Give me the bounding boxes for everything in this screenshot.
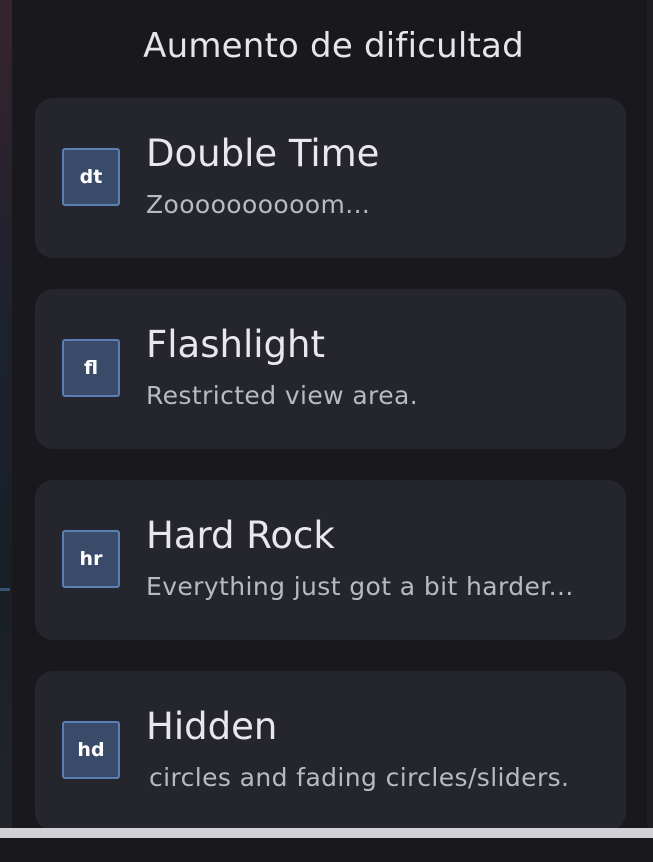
mod-card-hidden[interactable]: hd Hidden circles and fading circles/sli… <box>35 671 626 831</box>
hidden-mod-icon: hd <box>62 721 120 779</box>
mod-name: Hidden <box>146 705 278 748</box>
mod-description: Restricted view area. <box>146 381 419 410</box>
mod-name: Hard Rock <box>146 514 335 557</box>
hard-rock-mod-icon: hr <box>62 530 120 588</box>
mod-name: Flashlight <box>146 323 325 366</box>
double-time-mod-icon: dt <box>62 148 120 206</box>
background-accent-stripe <box>0 588 10 591</box>
mod-description: Zoooooooooom... <box>146 190 371 219</box>
mod-list: dt Double Time Zoooooooooom... fl Flashl… <box>35 98 626 862</box>
mod-card-double-time[interactable]: dt Double Time Zoooooooooom... <box>35 98 626 258</box>
flashlight-mod-icon: fl <box>62 339 120 397</box>
mod-description: circles and fading circles/sliders. <box>149 763 570 792</box>
mod-card-hard-rock[interactable]: hr Hard Rock Everything just got a bit h… <box>35 480 626 640</box>
mod-card-flashlight[interactable]: fl Flashlight Restricted view area. <box>35 289 626 449</box>
background-edge-left <box>0 0 12 828</box>
bottom-edge-bar <box>0 828 653 838</box>
background-edge-right <box>647 0 653 828</box>
section-title: Aumento de dificultad <box>143 26 524 66</box>
mod-description: Everything just got a bit harder... <box>146 572 574 601</box>
mod-name: Double Time <box>146 132 380 175</box>
